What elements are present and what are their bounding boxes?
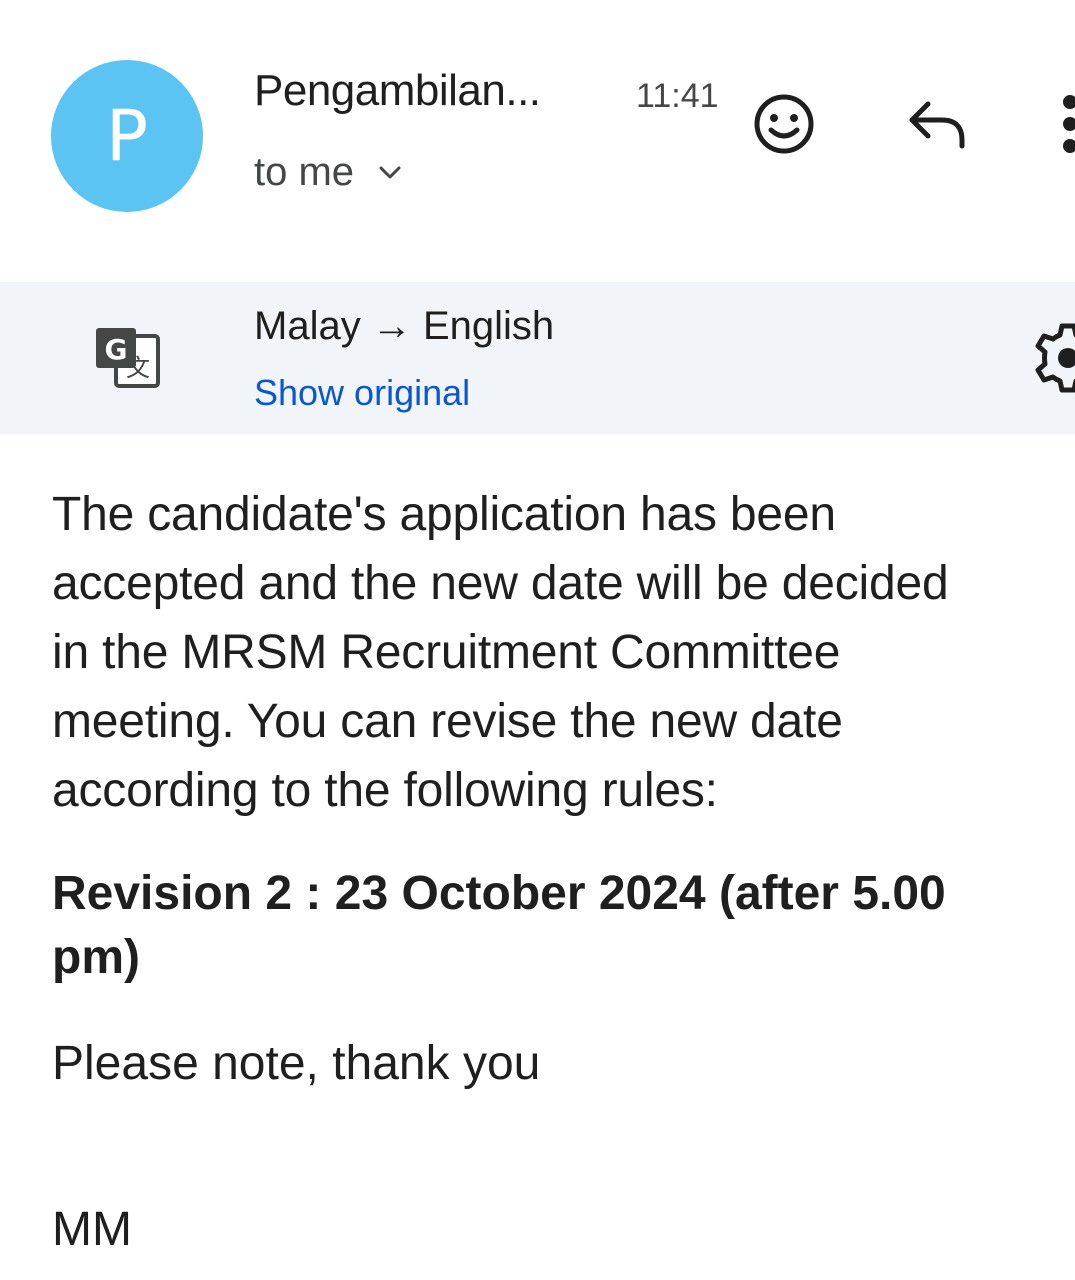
revision-line: pm) xyxy=(52,931,140,984)
message-line: according to the following rules: xyxy=(52,764,718,817)
source-language: Malay xyxy=(254,304,361,348)
show-original-link[interactable]: Show original xyxy=(254,372,470,414)
revision-line: Revision 2 : 23 October 2024 (after 5.00 xyxy=(52,867,946,920)
message-line: The candidate's application has been xyxy=(52,488,836,541)
gear-icon[interactable] xyxy=(1032,322,1075,394)
translation-banner: G 文 Malay → English Show original xyxy=(0,282,1075,434)
sender-name[interactable]: Pengambilan... xyxy=(254,66,541,116)
received-time: 11:41 xyxy=(636,77,719,115)
recipient-label: to me xyxy=(254,150,355,194)
signature: MM xyxy=(52,1203,132,1256)
reply-icon[interactable] xyxy=(904,96,968,152)
message-paragraph: The candidate's application has been acc… xyxy=(52,480,1075,825)
message-line: meeting. You can revise the new date xyxy=(52,695,843,748)
message-line: in the MRSM Recruitment Committee xyxy=(52,626,841,679)
translation-languages: Malay → English xyxy=(254,304,554,349)
email-view: P Pengambilan... 11:41 to me G 文 Malay → xyxy=(0,0,1075,1280)
chevron-down-icon xyxy=(379,166,401,178)
target-language: English xyxy=(422,304,555,348)
svg-text:G: G xyxy=(105,333,128,366)
arrow-icon: → xyxy=(371,304,412,348)
google-translate-icon: G 文 xyxy=(96,328,160,388)
add-emoji-icon[interactable] xyxy=(752,92,816,156)
message-line: accepted and the new date will be decide… xyxy=(52,557,949,610)
revision-date: Revision 2 : 23 October 2024 (after 5.00… xyxy=(52,862,1052,990)
sender-avatar[interactable]: P xyxy=(51,60,203,212)
closing-line: Please note, thank you xyxy=(52,1037,541,1090)
svg-text:文: 文 xyxy=(126,354,150,382)
recipient-details-toggle[interactable]: to me xyxy=(254,150,402,195)
more-vert-icon[interactable] xyxy=(1056,92,1075,156)
